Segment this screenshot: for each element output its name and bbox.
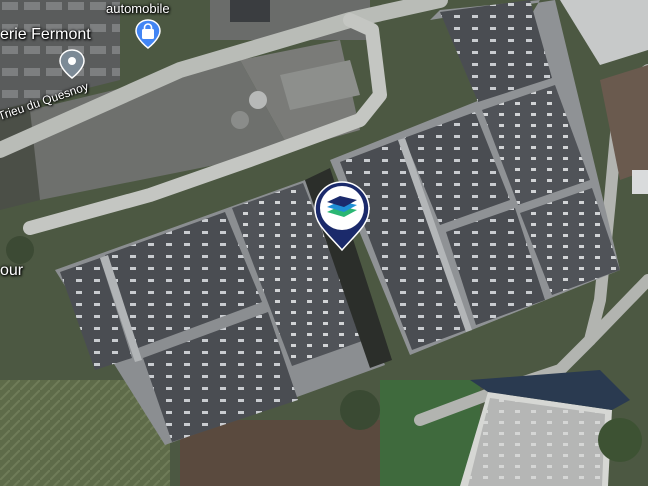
satellite-map[interactable]: automobile erie Fermont Trieu du Quesnoy… <box>0 0 648 486</box>
layers-logo-icon <box>314 181 370 252</box>
shopping-bag-icon <box>135 19 161 49</box>
label-place-edge[interactable]: our <box>0 262 23 280</box>
poi-place[interactable] <box>56 48 88 80</box>
location-marker[interactable] <box>313 180 371 252</box>
label-automobile[interactable]: automobile <box>106 1 170 16</box>
location-pin-icon <box>59 49 85 79</box>
poi-shopping[interactable] <box>132 18 164 50</box>
label-place-fermont[interactable]: erie Fermont <box>0 26 91 44</box>
